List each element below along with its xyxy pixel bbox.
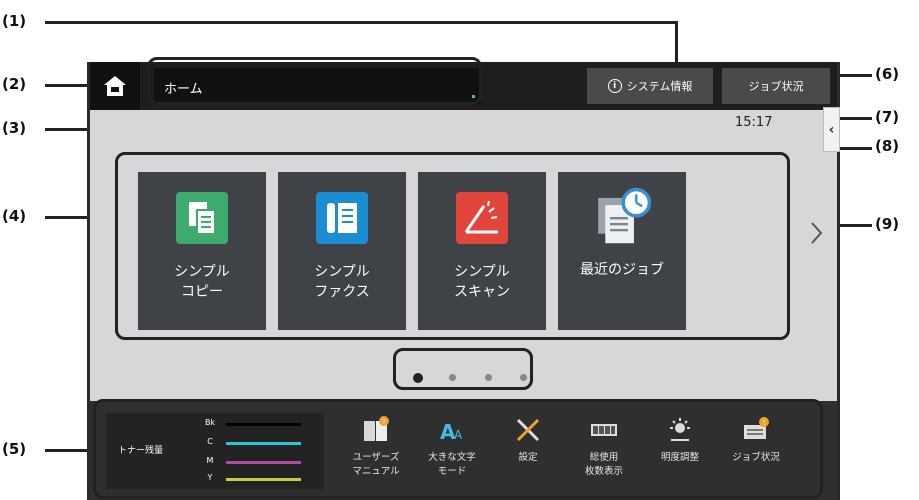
clock: 15:17 bbox=[735, 115, 773, 130]
callout-4: (4) bbox=[2, 207, 27, 225]
action-panel-tab[interactable]: ‹ bbox=[823, 107, 840, 152]
callout-2: (2) bbox=[2, 75, 27, 93]
chevron-left-icon: ‹ bbox=[828, 121, 835, 138]
callout-1: (1) bbox=[2, 12, 27, 30]
callout-5: (5) bbox=[2, 440, 27, 458]
system-info-label: システム情報 bbox=[626, 80, 693, 93]
callout-7: (7) bbox=[875, 108, 900, 126]
highlight-tiles-frame bbox=[115, 152, 790, 340]
callout-8: (8) bbox=[875, 137, 900, 155]
callout-3: (3) bbox=[2, 119, 27, 137]
leader-line-2 bbox=[45, 84, 90, 87]
callout-9: (9) bbox=[875, 215, 900, 233]
chevron-right-icon[interactable] bbox=[808, 221, 824, 245]
highlight-title-frame bbox=[147, 57, 482, 105]
callout-6: (6) bbox=[875, 65, 900, 83]
leader-line-1 bbox=[675, 21, 678, 67]
home-icon bbox=[104, 76, 126, 96]
home-button[interactable] bbox=[90, 62, 140, 110]
job-status-button[interactable]: ジョブ状況 bbox=[722, 68, 830, 104]
highlight-dots-frame bbox=[393, 348, 533, 390]
leader-line-1 bbox=[45, 21, 677, 24]
highlight-bottom-frame bbox=[93, 399, 823, 499]
info-icon: i bbox=[607, 79, 622, 93]
job-status-label: ジョブ状況 bbox=[748, 80, 804, 93]
system-info-button[interactable]: i システム情報 bbox=[587, 68, 713, 104]
